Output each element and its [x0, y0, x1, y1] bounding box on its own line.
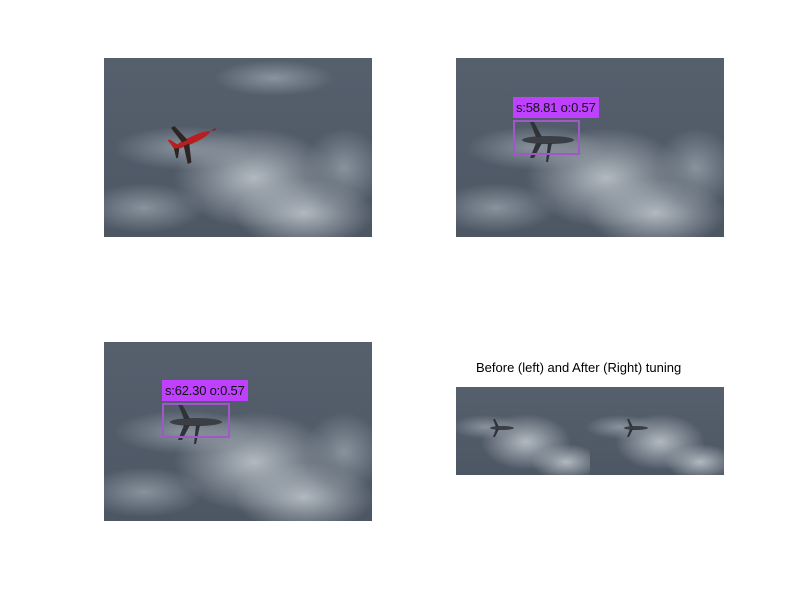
comparison-panel	[456, 387, 724, 475]
original-image-panel	[104, 58, 372, 237]
detection-panel-b: s:62.30 o:0.57	[104, 342, 372, 521]
before-image	[456, 387, 601, 475]
after-image	[585, 387, 724, 475]
bounding-box	[513, 120, 580, 155]
comparison-photo	[456, 387, 724, 475]
sky-photo	[104, 58, 372, 237]
detection-label: s:62.30 o:0.57	[162, 380, 248, 401]
detection-label: s:58.81 o:0.57	[513, 97, 599, 118]
detection-panel-a: s:58.81 o:0.57	[456, 58, 724, 237]
comparison-title: Before (left) and After (Right) tuning	[476, 360, 682, 375]
sky-photo	[456, 58, 724, 237]
bounding-box	[162, 403, 230, 438]
sky-photo	[104, 342, 372, 521]
